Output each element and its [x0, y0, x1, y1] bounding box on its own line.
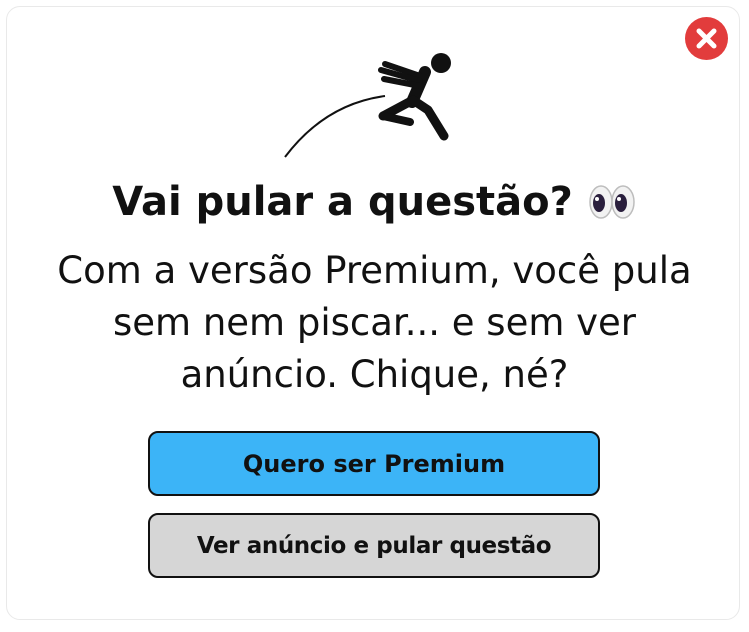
close-button[interactable] — [685, 17, 728, 60]
eyes-icon — [589, 185, 635, 219]
watch-ad-skip-button[interactable]: Ver anúncio e pular questão — [148, 513, 600, 578]
dialog-title: Vai pular a questão? — [112, 179, 573, 225]
dialog-message: Com a versão Premium, você pula sem nem … — [57, 249, 692, 396]
jumping-person-icon — [284, 53, 451, 158]
title-row: Vai pular a questão? — [0, 174, 749, 230]
premium-button[interactable]: Quero ser Premium — [148, 431, 600, 496]
close-icon — [696, 28, 717, 49]
